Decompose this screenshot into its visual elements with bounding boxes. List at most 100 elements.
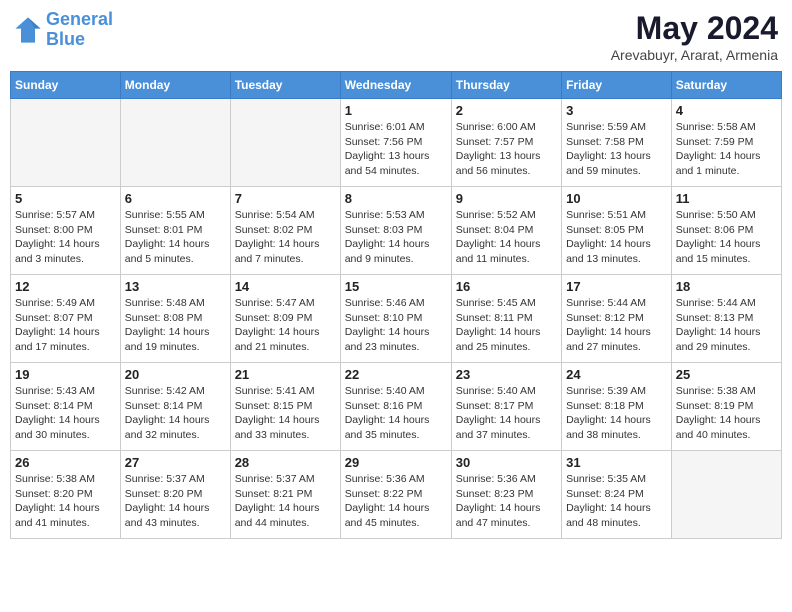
day-info: Sunrise: 5:52 AMSunset: 8:04 PMDaylight:… — [456, 208, 557, 267]
day-info: Sunrise: 5:35 AMSunset: 8:24 PMDaylight:… — [566, 472, 667, 531]
week-row: 26 Sunrise: 5:38 AMSunset: 8:20 PMDayligh… — [11, 451, 782, 539]
day-number: 29 — [345, 455, 447, 470]
calendar-cell — [230, 99, 340, 187]
calendar-cell: 18Sunrise: 5:44 AMSunset: 8:13 PMDayligh… — [671, 275, 781, 363]
day-info: Sunrise: 5:40 AMSunset: 8:17 PMDaylight:… — [456, 384, 557, 443]
calendar-cell: 14Sunrise: 5:47 AMSunset: 8:09 PMDayligh… — [230, 275, 340, 363]
day-number: 1 — [345, 103, 447, 118]
weekday-header: Sunday — [11, 72, 121, 99]
calendar-cell: 8 Sunrise: 5:53 AMSunset: 8:03 PMDaylight… — [340, 187, 451, 275]
weekday-header: Monday — [120, 72, 230, 99]
day-info: Sunrise: 5:36 AMSunset: 8:22 PMDaylight:… — [345, 472, 447, 531]
week-row: 19 Sunrise: 5:43 AMSunset: 8:14 PMDayligh… — [11, 363, 782, 451]
week-row: 12 Sunrise: 5:49 AMSunset: 8:07 PMDayligh… — [11, 275, 782, 363]
calendar-cell — [671, 451, 781, 539]
day-info: Sunrise: 5:53 AMSunset: 8:03 PMDaylight:… — [345, 208, 447, 267]
day-info: Sunrise: 5:54 AMSunset: 8:02 PMDaylight:… — [235, 208, 336, 267]
day-info: Sunrise: 5:38 AMSunset: 8:19 PMDaylight:… — [676, 384, 777, 443]
day-info: Sunrise: 5:44 AMSunset: 8:12 PMDaylight:… — [566, 296, 667, 355]
calendar-cell: 5 Sunrise: 5:57 AMSunset: 8:00 PMDaylight… — [11, 187, 121, 275]
day-info: Sunrise: 5:37 AMSunset: 8:20 PMDaylight:… — [125, 472, 226, 531]
day-number: 22 — [345, 367, 447, 382]
day-number: 11 — [676, 191, 777, 206]
day-info: Sunrise: 5:57 AMSunset: 8:00 PMDaylight:… — [15, 208, 116, 267]
day-info: Sunrise: 5:45 AMSunset: 8:11 PMDaylight:… — [456, 296, 557, 355]
day-number: 30 — [456, 455, 557, 470]
day-number: 25 — [676, 367, 777, 382]
calendar-cell: 7 Sunrise: 5:54 AMSunset: 8:02 PMDaylight… — [230, 187, 340, 275]
calendar-cell: 6Sunrise: 5:55 AMSunset: 8:01 PMDaylight… — [120, 187, 230, 275]
day-info: Sunrise: 5:51 AMSunset: 8:05 PMDaylight:… — [566, 208, 667, 267]
day-info: Sunrise: 5:43 AMSunset: 8:14 PMDaylight:… — [15, 384, 116, 443]
day-info: Sunrise: 5:49 AMSunset: 8:07 PMDaylight:… — [15, 296, 116, 355]
day-number: 26 — [15, 455, 116, 470]
day-info: Sunrise: 5:58 AMSunset: 7:59 PMDaylight:… — [676, 120, 777, 179]
calendar-cell: 13 Sunrise: 5:48 AMSunset: 8:08 PMDayligh… — [120, 275, 230, 363]
day-number: 10 — [566, 191, 667, 206]
calendar-cell: 28 Sunrise: 5:37 AMSunset: 8:21 PMDayligh… — [230, 451, 340, 539]
day-number: 23 — [456, 367, 557, 382]
day-number: 28 — [235, 455, 336, 470]
day-number: 3 — [566, 103, 667, 118]
day-info: Sunrise: 5:38 AMSunset: 8:20 PMDaylight:… — [15, 472, 116, 531]
day-info: Sunrise: 6:01 AMSunset: 7:56 PMDaylight:… — [345, 120, 447, 179]
day-number: 19 — [15, 367, 116, 382]
day-info: Sunrise: 5:41 AMSunset: 8:15 PMDaylight:… — [235, 384, 336, 443]
calendar-cell: 19 Sunrise: 5:43 AMSunset: 8:14 PMDayligh… — [11, 363, 121, 451]
calendar-cell: 27 Sunrise: 5:37 AMSunset: 8:20 PMDayligh… — [120, 451, 230, 539]
logo-text: General Blue — [46, 10, 113, 50]
calendar-cell: 3 Sunrise: 5:59 AMSunset: 7:58 PMDaylight… — [562, 99, 672, 187]
day-info: Sunrise: 5:39 AMSunset: 8:18 PMDaylight:… — [566, 384, 667, 443]
day-info: Sunrise: 6:00 AMSunset: 7:57 PMDaylight:… — [456, 120, 557, 179]
location: Arevabuyr, Ararat, Armenia — [611, 47, 778, 63]
day-info: Sunrise: 5:55 AMSunset: 8:01 PMDaylight:… — [125, 208, 226, 267]
logo-icon — [14, 16, 42, 44]
calendar-cell: 10 Sunrise: 5:51 AMSunset: 8:05 PMDayligh… — [562, 187, 672, 275]
calendar-cell: 20Sunrise: 5:42 AMSunset: 8:14 PMDayligh… — [120, 363, 230, 451]
day-number: 31 — [566, 455, 667, 470]
day-number: 4 — [676, 103, 777, 118]
month-year: May 2024 — [611, 10, 778, 47]
day-number: 5 — [15, 191, 116, 206]
weekday-header: Tuesday — [230, 72, 340, 99]
weekday-header: Saturday — [671, 72, 781, 99]
calendar-cell: 4 Sunrise: 5:58 AMSunset: 7:59 PMDaylight… — [671, 99, 781, 187]
weekday-header: Friday — [562, 72, 672, 99]
calendar-cell: 1 Sunrise: 6:01 AMSunset: 7:56 PMDaylight… — [340, 99, 451, 187]
page-header: General Blue May 2024 Arevabuyr, Ararat,… — [10, 10, 782, 63]
day-number: 7 — [235, 191, 336, 206]
day-number: 27 — [125, 455, 226, 470]
calendar-cell: 22 Sunrise: 5:40 AMSunset: 8:16 PMDayligh… — [340, 363, 451, 451]
day-info: Sunrise: 5:59 AMSunset: 7:58 PMDaylight:… — [566, 120, 667, 179]
day-number: 16 — [456, 279, 557, 294]
calendar-cell — [120, 99, 230, 187]
day-info: Sunrise: 5:37 AMSunset: 8:21 PMDaylight:… — [235, 472, 336, 531]
day-number: 13 — [125, 279, 226, 294]
day-number: 8 — [345, 191, 447, 206]
day-number: 14 — [235, 279, 336, 294]
day-info: Sunrise: 5:40 AMSunset: 8:16 PMDaylight:… — [345, 384, 447, 443]
calendar-cell — [11, 99, 121, 187]
day-number: 20 — [125, 367, 226, 382]
calendar-cell: 24 Sunrise: 5:39 AMSunset: 8:18 PMDayligh… — [562, 363, 672, 451]
title-block: May 2024 Arevabuyr, Ararat, Armenia — [611, 10, 778, 63]
day-number: 18 — [676, 279, 777, 294]
calendar-cell: 9Sunrise: 5:52 AMSunset: 8:04 PMDaylight… — [451, 187, 561, 275]
day-info: Sunrise: 5:50 AMSunset: 8:06 PMDaylight:… — [676, 208, 777, 267]
day-info: Sunrise: 5:48 AMSunset: 8:08 PMDaylight:… — [125, 296, 226, 355]
calendar-cell: 29 Sunrise: 5:36 AMSunset: 8:22 PMDayligh… — [340, 451, 451, 539]
calendar-cell: 2Sunrise: 6:00 AMSunset: 7:57 PMDaylight… — [451, 99, 561, 187]
calendar-cell: 21 Sunrise: 5:41 AMSunset: 8:15 PMDayligh… — [230, 363, 340, 451]
weekday-header: Thursday — [451, 72, 561, 99]
calendar-cell: 16 Sunrise: 5:45 AMSunset: 8:11 PMDayligh… — [451, 275, 561, 363]
week-row: 5 Sunrise: 5:57 AMSunset: 8:00 PMDaylight… — [11, 187, 782, 275]
day-number: 21 — [235, 367, 336, 382]
calendar-cell: 26 Sunrise: 5:38 AMSunset: 8:20 PMDayligh… — [11, 451, 121, 539]
day-number: 12 — [15, 279, 116, 294]
calendar-cell: 11 Sunrise: 5:50 AMSunset: 8:06 PMDayligh… — [671, 187, 781, 275]
week-row: 1 Sunrise: 6:01 AMSunset: 7:56 PMDaylight… — [11, 99, 782, 187]
day-number: 24 — [566, 367, 667, 382]
calendar-cell: 12 Sunrise: 5:49 AMSunset: 8:07 PMDayligh… — [11, 275, 121, 363]
logo: General Blue — [14, 10, 113, 50]
calendar-cell: 17Sunrise: 5:44 AMSunset: 8:12 PMDayligh… — [562, 275, 672, 363]
